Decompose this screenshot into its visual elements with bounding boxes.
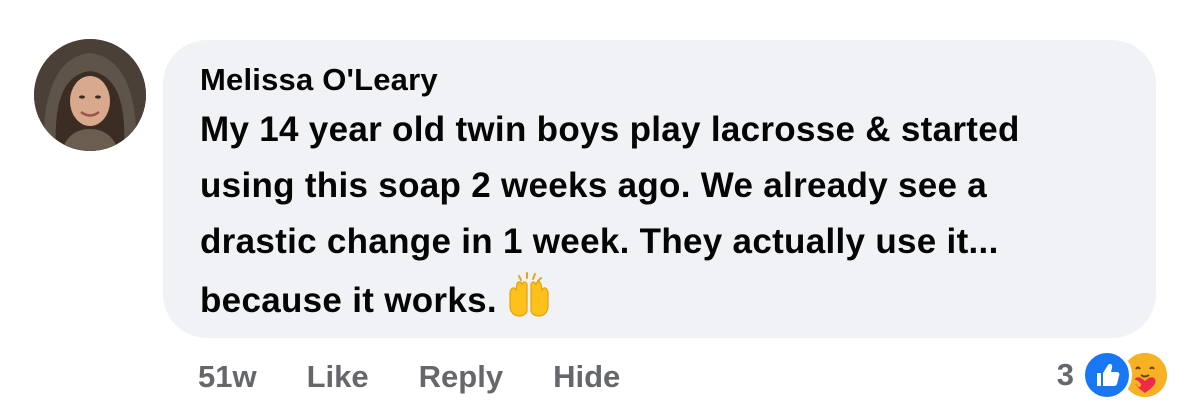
comment-line: drastic change in 1 week. They actually … — [200, 222, 999, 261]
reply-button[interactable]: Reply — [419, 359, 503, 395]
reaction-count: 3 — [1056, 357, 1074, 392]
profile-photo — [34, 39, 146, 151]
comment-bubble: Melissa O'Leary My 14 year old twin boys… — [163, 40, 1156, 338]
avatar[interactable] — [34, 39, 146, 151]
like-button[interactable]: Like — [307, 359, 369, 395]
raising-hands-icon — [505, 270, 553, 335]
comment-line: My 14 year old twin boys play lacrosse &… — [200, 110, 1020, 149]
comment-timestamp[interactable]: 51w — [198, 359, 257, 395]
comment-line: because it works. — [200, 281, 497, 320]
comment-actions: 51w Like Reply Hide — [198, 356, 670, 398]
like-reaction-icon — [1082, 350, 1132, 400]
comment-line: using this soap 2 weeks ago. We already … — [200, 166, 988, 205]
comment-text: My 14 year old twin boys play lacrosse &… — [200, 102, 1120, 335]
hide-button[interactable]: Hide — [553, 359, 620, 395]
comment-author[interactable]: Melissa O'Leary — [200, 62, 1120, 98]
reactions-summary[interactable]: 3 — [1057, 350, 1170, 400]
